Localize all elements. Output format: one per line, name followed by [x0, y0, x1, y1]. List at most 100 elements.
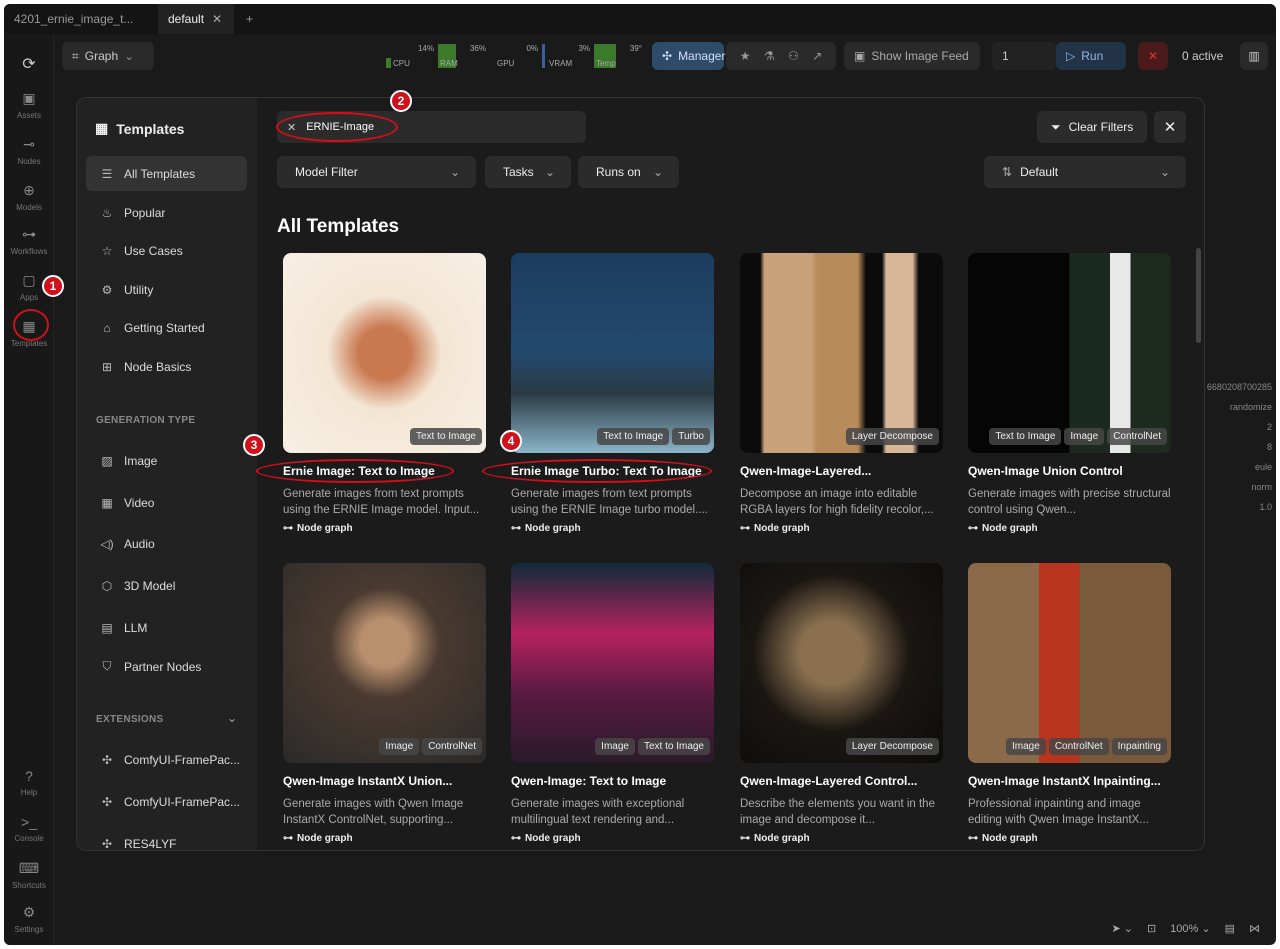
nav-image[interactable]: ▨ Image: [86, 443, 247, 478]
close-icon: ✕: [1147, 49, 1159, 63]
nav-3d-model[interactable]: ⬡ 3D Model: [86, 568, 247, 603]
template-title[interactable]: Qwen-Image InstantX Union...: [283, 774, 452, 788]
template-title[interactable]: Qwen-Image: Text to Image: [511, 774, 666, 788]
nav-node-basics[interactable]: ⊞ Node Basics: [86, 349, 247, 384]
graph-icon: ⌗: [72, 48, 79, 63]
rail-nodes[interactable]: ⊸ Nodes: [4, 136, 54, 166]
template-title[interactable]: Qwen-Image-Layered Control...: [740, 774, 917, 788]
pointer-icon[interactable]: ➤ ⌄: [1111, 922, 1133, 935]
manager-button[interactable]: ✣ Manager: [652, 42, 725, 70]
share-icon[interactable]: ↗: [812, 49, 822, 63]
tag-list: Layer Decompose: [845, 428, 939, 445]
annotation-circle-4: [482, 459, 712, 483]
node-graph-label: ⊶ Node graph: [283, 523, 353, 534]
tag-list: Image ControlNet: [379, 738, 482, 755]
nav-partner-nodes[interactable]: ⛉ Partner Nodes: [86, 649, 247, 684]
template-thumbnail[interactable]: Layer Decompose: [740, 563, 943, 763]
rail-assets[interactable]: ▣ Assets: [4, 90, 54, 120]
template-title[interactable]: Qwen-Image Union Control: [968, 464, 1123, 478]
nav-llm[interactable]: ▤ LLM: [86, 610, 247, 645]
nav-extension[interactable]: ✣ ComfyUI-FramePac...: [86, 784, 247, 819]
rail-shortcuts[interactable]: ⌨ Shortcuts: [4, 860, 54, 890]
nav-video[interactable]: ▦ Video: [86, 485, 247, 520]
stop-button[interactable]: ✕: [1138, 42, 1168, 70]
rail-models[interactable]: ⊕ Models: [4, 182, 54, 212]
links-icon[interactable]: ⋈: [1249, 922, 1260, 935]
model-filter-dropdown[interactable]: Model Filter ⌄: [277, 156, 476, 188]
templates-icon: ▦: [95, 120, 109, 136]
run-button[interactable]: ▷ Run: [1056, 42, 1126, 70]
node-graph-icon: ⊶: [968, 523, 978, 534]
properties-panel-peek: 6680208700285 randomize 2 8 eule norm 1.…: [1206, 382, 1272, 512]
new-tab-button[interactable]: +: [236, 4, 263, 34]
collapse-chevron-icon[interactable]: ⌄: [227, 711, 237, 725]
template-thumbnail[interactable]: Image ControlNet: [283, 563, 486, 763]
show-image-feed-button[interactable]: ▣ Show Image Feed: [844, 42, 980, 70]
people-icon[interactable]: ⚇: [788, 49, 799, 63]
tasks-dropdown[interactable]: Tasks ⌄: [485, 156, 571, 188]
tag-badge: Layer Decompose: [845, 428, 939, 445]
chevron-down-icon: ⌄: [544, 165, 555, 179]
star-icon[interactable]: ★: [740, 49, 751, 63]
queue-count[interactable]: 1: [992, 42, 1056, 70]
template-title[interactable]: Qwen-Image InstantX Inpainting...: [968, 774, 1161, 788]
image-icon: ▣: [854, 49, 866, 63]
tag-list: Layer Decompose: [845, 738, 939, 755]
template-card[interactable]: Image ControlNet Qwen-Image InstantX Union…: [277, 563, 486, 850]
template-title[interactable]: Qwen-Image-Layered...: [740, 464, 871, 478]
tag-badge: Image: [1006, 738, 1046, 755]
node-graph-icon: ⊶: [511, 523, 521, 534]
nav-popular[interactable]: ♨ Popular: [86, 195, 247, 230]
zoom-dropdown[interactable]: 100% ⌄: [1170, 922, 1210, 935]
nav-extension[interactable]: ✣ RES4LYF: [86, 826, 247, 851]
tab-workflow[interactable]: 4201_ernie_image_t...: [4, 4, 154, 34]
rail-help[interactable]: ? Help: [4, 768, 54, 797]
rail-settings[interactable]: ⚙ Settings: [4, 904, 54, 934]
nav-extension[interactable]: ✣ ComfyUI-FramePac...: [86, 742, 247, 777]
close-icon[interactable]: ✕: [212, 12, 222, 26]
rail-workflows[interactable]: ⊶ Workflows: [4, 226, 54, 256]
puzzle-icon: ✣: [101, 836, 113, 851]
nav-all-templates[interactable]: ☰ All Templates: [86, 156, 247, 191]
nav-getting-started[interactable]: ⌂ Getting Started: [86, 310, 247, 345]
flask-icon[interactable]: ⚗: [764, 49, 775, 63]
node-graph-icon: ⊶: [511, 833, 521, 844]
filter-icon: ⏷: [1051, 119, 1061, 134]
rail-console[interactable]: >_ Console: [4, 814, 54, 843]
annotation-badge-3: 3: [243, 434, 265, 456]
chevron-down-icon: ⌄: [1159, 165, 1170, 179]
dialog-title: ▦ Templates: [95, 120, 185, 137]
tab-default[interactable]: default ✕: [158, 4, 234, 34]
template-card[interactable]: Layer Decompose Qwen-Image-Layered... Deco…: [734, 253, 943, 543]
nav-utility[interactable]: ⚙ Utility: [86, 272, 247, 307]
clear-filters-button[interactable]: ⏷ Clear Filters: [1037, 111, 1148, 143]
play-icon: ▷: [1066, 49, 1076, 63]
node-graph-label: ⊶ Node graph: [511, 833, 581, 844]
runs-on-dropdown[interactable]: Runs on ⌄: [578, 156, 679, 188]
template-card[interactable]: Image ControlNet Inpainting Qwen-Image Inst…: [962, 563, 1171, 850]
template-thumbnail[interactable]: Image Text to Image: [511, 563, 714, 763]
graph-dropdown[interactable]: ⌗ Graph ⌄: [62, 42, 154, 70]
template-card[interactable]: Image Text to Image Qwen-Image: Text to Im…: [505, 563, 714, 850]
template-card[interactable]: Text to Image Ernie Image: Text to Image G…: [277, 253, 486, 543]
fit-view-icon[interactable]: ⊡: [1147, 922, 1156, 935]
template-thumbnail[interactable]: Image ControlNet Inpainting: [968, 563, 1171, 763]
section-heading: All Templates: [277, 216, 400, 237]
template-thumbnail[interactable]: Layer Decompose: [740, 253, 943, 453]
nav-use-cases[interactable]: ☆ Use Cases: [86, 233, 247, 268]
sort-dropdown[interactable]: ⇅ Default ⌄: [984, 156, 1186, 188]
tag-badge: Layer Decompose: [845, 738, 939, 755]
template-card[interactable]: Text to Image Image ControlNet Qwen-Image U…: [962, 253, 1171, 543]
nav-audio[interactable]: ◁) Audio: [86, 526, 247, 561]
template-thumbnail[interactable]: Text to Image Image ControlNet: [968, 253, 1171, 453]
scrollbar[interactable]: [1196, 248, 1201, 343]
close-dialog-button[interactable]: ✕: [1154, 111, 1186, 143]
template-card[interactable]: Layer Decompose Qwen-Image-Layered Contro…: [734, 563, 943, 850]
panel-toggle-button[interactable]: ▥: [1240, 42, 1268, 70]
logo-icon[interactable]: ⟳: [4, 54, 54, 78]
template-thumbnail[interactable]: Text to Image Turbo: [511, 253, 714, 453]
template-thumbnail[interactable]: Text to Image: [283, 253, 486, 453]
map-icon[interactable]: ▤: [1225, 922, 1235, 935]
template-card[interactable]: Text to Image Turbo Ernie Image Turbo: Tex…: [505, 253, 714, 543]
gpu-meter: 0% GPU: [497, 44, 538, 68]
